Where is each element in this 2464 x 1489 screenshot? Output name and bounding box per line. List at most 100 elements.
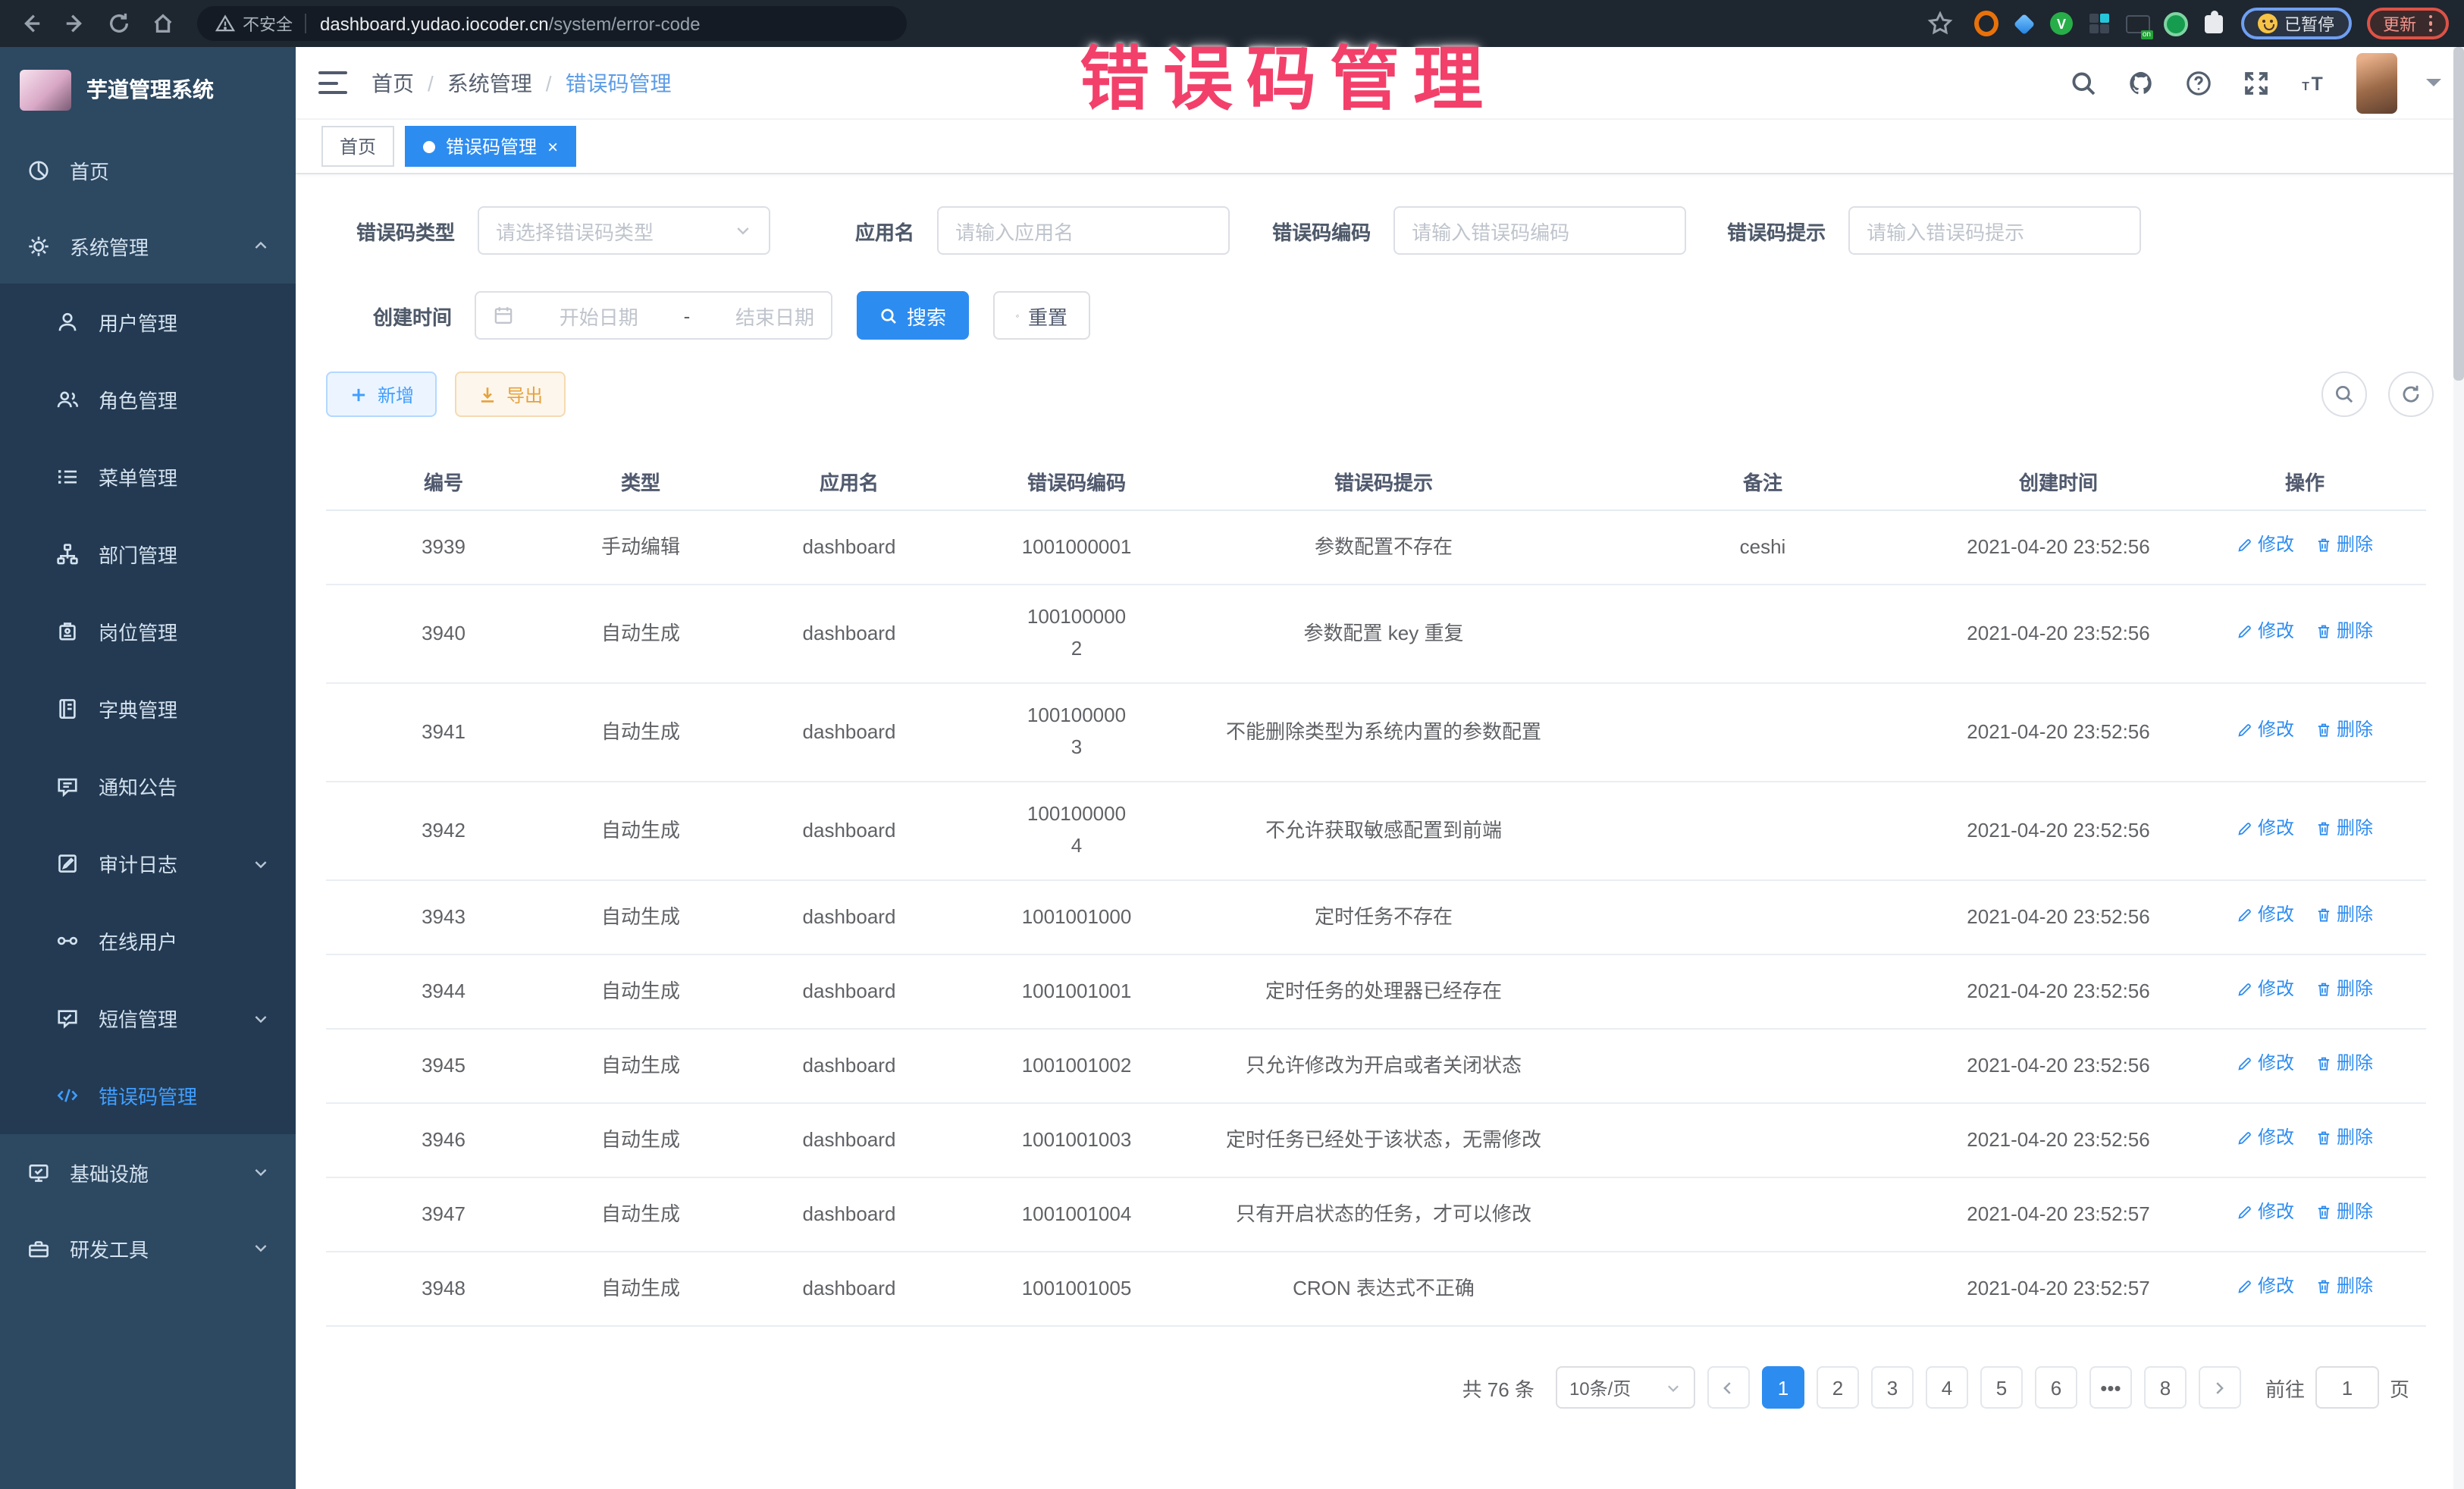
edit-link[interactable]: 修改 (2237, 901, 2294, 929)
scrollbar-thumb[interactable] (2453, 47, 2464, 381)
next-page-button[interactable] (2199, 1366, 2241, 1409)
table-row[interactable]: 3940自动生成dashboard100100000 2参数配置 key 重复2… (326, 585, 2426, 684)
delete-link[interactable]: 删除 (2315, 716, 2373, 744)
fullscreen-icon[interactable] (2241, 68, 2270, 97)
error-code-input[interactable]: 请输入错误码编码 (1393, 206, 1686, 255)
sidebar-item-code[interactable]: 错误码管理 (0, 1057, 296, 1134)
edit-link[interactable]: 修改 (2237, 1272, 2294, 1301)
table-row[interactable]: 3944自动生成dashboard1001001001定时任务的处理器已经存在2… (326, 955, 2426, 1030)
page-button-5[interactable]: 5 (1980, 1366, 2023, 1409)
table-row[interactable]: 3946自动生成dashboard1001001003定时任务已经处于该状态，无… (326, 1104, 2426, 1178)
page-button-1[interactable]: 1 (1762, 1366, 1804, 1409)
page-button-3[interactable]: 3 (1871, 1366, 1914, 1409)
font-size-icon[interactable]: TT (2299, 68, 2328, 97)
page-size-select[interactable]: 10条/页 (1556, 1366, 1695, 1409)
delete-link[interactable]: 删除 (2315, 814, 2373, 843)
breadcrumb-item[interactable]: 首页 (371, 67, 414, 98)
table-row[interactable]: 3939手动编辑dashboard1001000001参数配置不存在ceshi2… (326, 511, 2426, 585)
sidebar-item-user[interactable]: 用户管理 (0, 284, 296, 361)
page-button-2[interactable]: 2 (1817, 1366, 1859, 1409)
delete-link[interactable]: 删除 (2315, 901, 2373, 929)
page-button-4[interactable]: 4 (1926, 1366, 1968, 1409)
ext-on-switch-icon[interactable]: on (2125, 11, 2149, 36)
sidebar-item-monitor[interactable]: 基础设施 (0, 1134, 296, 1210)
collapse-sidebar-icon[interactable] (318, 71, 347, 94)
close-tab-icon[interactable]: × (547, 137, 558, 155)
delete-link[interactable]: 删除 (2315, 975, 2373, 1004)
sidebar-item-edit[interactable]: 审计日志 (0, 825, 296, 902)
sidebar-item-tree[interactable]: 部门管理 (0, 516, 296, 593)
tab-error-code[interactable]: 错误码管理× (405, 126, 576, 167)
sidebar-item-book[interactable]: 字典管理 (0, 670, 296, 748)
edit-link[interactable]: 修改 (2237, 1124, 2294, 1152)
breadcrumb-item[interactable]: 系统管理 (447, 67, 532, 98)
delete-link[interactable]: 删除 (2315, 1198, 2373, 1227)
caret-down-icon[interactable] (2426, 79, 2441, 94)
sidebar-item-toolbox[interactable]: 研发工具 (0, 1210, 296, 1286)
table-row[interactable]: 3947自动生成dashboard1001001004只有开启状态的任务，才可以… (326, 1178, 2426, 1252)
delete-link[interactable]: 删除 (2315, 1272, 2373, 1301)
edit-link[interactable]: 修改 (2237, 617, 2294, 646)
table-row[interactable]: 3943自动生成dashboard1001001000定时任务不存在2021-0… (326, 881, 2426, 955)
table-row[interactable]: 3942自动生成dashboard100100000 4不允许获取敏感配置到前端… (326, 782, 2426, 881)
tab-home[interactable]: 首页 (321, 126, 394, 167)
browser-update-button[interactable]: 更新 (2366, 8, 2449, 39)
edit-link[interactable]: 修改 (2237, 814, 2294, 843)
export-button[interactable]: 导出 (455, 371, 566, 417)
url-bar[interactable]: 不安全 dashboard.yudao.iocoder.cn/system/er… (197, 6, 907, 41)
home-icon[interactable] (147, 8, 177, 39)
delete-link[interactable]: 删除 (2315, 617, 2373, 646)
sidebar-item-home[interactable]: 首页 (0, 132, 296, 208)
delete-link[interactable]: 删除 (2315, 1049, 2373, 1078)
app-logo-row[interactable]: 芋道管理系统 (0, 47, 296, 132)
prev-page-button[interactable] (1707, 1366, 1750, 1409)
ext-grid-icon[interactable] (2087, 11, 2111, 36)
page-button-6[interactable]: 6 (2035, 1366, 2077, 1409)
ext-green-v-icon[interactable]: V (2049, 11, 2074, 36)
ext-blue-gem-icon[interactable] (2011, 11, 2036, 36)
back-icon[interactable] (15, 8, 45, 39)
table-row[interactable]: 3945自动生成dashboard1001001002只允许修改为开启或者关闭状… (326, 1030, 2426, 1104)
edit-link[interactable]: 修改 (2237, 975, 2294, 1004)
error-hint-input[interactable]: 请输入错误码提示 (1848, 206, 2141, 255)
refresh-table-icon[interactable] (2388, 371, 2434, 417)
page-scrollbar[interactable] (2453, 47, 2464, 1489)
forward-icon[interactable] (59, 8, 89, 39)
refresh-icon[interactable] (103, 8, 133, 39)
delete-link[interactable]: 删除 (2315, 531, 2373, 560)
date-range-picker[interactable]: 开始日期 - 结束日期 (475, 291, 832, 340)
delete-link[interactable]: 删除 (2315, 1124, 2373, 1152)
table-row[interactable]: 3948自动生成dashboard1001001005CRON 表达式不正确20… (326, 1252, 2426, 1327)
edit-link[interactable]: 修改 (2237, 1049, 2294, 1078)
sidebar-item-link[interactable]: 在线用户 (0, 902, 296, 980)
edit-link[interactable]: 修改 (2237, 716, 2294, 744)
paused-extension-badge[interactable]: 已暂停 (2240, 8, 2351, 39)
sidebar-item-message[interactable]: 短信管理 (0, 980, 296, 1057)
help-icon[interactable] (2183, 68, 2212, 97)
more-pages-button[interactable]: ••• (2089, 1366, 2132, 1409)
sidebar-item-users[interactable]: 角色管理 (0, 361, 296, 438)
table-row[interactable]: 3941自动生成dashboard100100000 3不能删除类型为系统内置的… (326, 684, 2426, 782)
ext-puzzle-icon[interactable] (2201, 11, 2225, 36)
edit-link[interactable]: 修改 (2237, 531, 2294, 560)
search-icon[interactable] (2068, 68, 2097, 97)
error-type-select[interactable]: 请选择错误码类型 (478, 206, 770, 255)
bookmark-star-icon[interactable] (1926, 11, 1952, 36)
sidebar-item-badge[interactable]: 岗位管理 (0, 593, 296, 670)
ext-green-key-icon[interactable] (2163, 11, 2187, 36)
edit-link[interactable]: 修改 (2237, 1198, 2294, 1227)
sidebar-item-megaphone[interactable]: 通知公告 (0, 748, 296, 825)
add-button[interactable]: 新增 (326, 371, 437, 417)
app-name-input[interactable]: 请输入应用名 (937, 206, 1230, 255)
page-button-8[interactable]: 8 (2144, 1366, 2187, 1409)
toggle-search-icon[interactable] (2321, 371, 2367, 417)
sidebar-item-menu-list[interactable]: 菜单管理 (0, 438, 296, 516)
sidebar-item-gear[interactable]: 系统管理 (0, 208, 296, 284)
search-button[interactable]: 搜索 (857, 291, 969, 340)
reset-button[interactable]: 重置 (993, 291, 1090, 340)
github-icon[interactable] (2126, 68, 2155, 97)
ext-orange-ring-icon[interactable] (1973, 11, 1998, 36)
user-avatar[interactable] (2356, 52, 2397, 113)
browser-menu-icon[interactable] (2428, 15, 2432, 33)
goto-page-input[interactable]: 1 (2315, 1366, 2379, 1409)
